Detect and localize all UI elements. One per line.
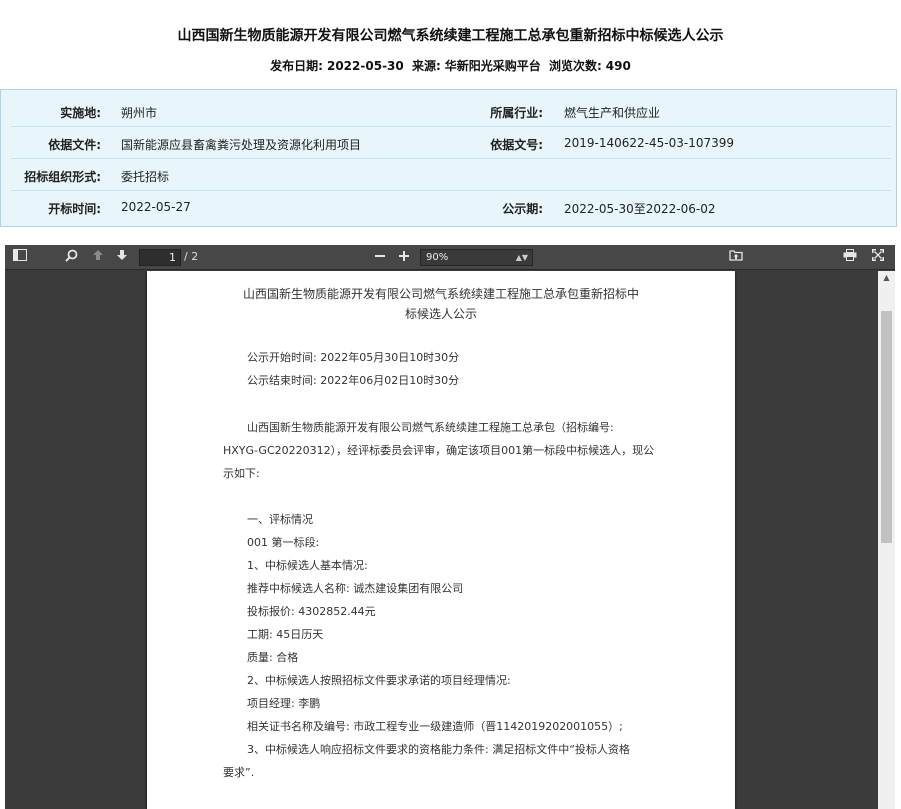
- info-row-location: 实施地: 朔州市 所属行业: 燃气生产和供应业: [11, 96, 891, 127]
- chevron-updown-icon: ▲▼: [515, 253, 528, 262]
- doc-line: 3、中标候选人响应招标文件要求的资格能力条件: 满足招标文件中“投标人资格: [247, 743, 630, 756]
- zoom-in-icon[interactable]: [395, 249, 413, 266]
- source-label: 来源:: [411, 59, 441, 73]
- next-page-icon[interactable]: [113, 249, 131, 266]
- pdf-toolbar: 1 / 2 90% ▲▼: [5, 245, 895, 270]
- page-total: / 2: [184, 250, 199, 263]
- scroll-thumb[interactable]: [881, 311, 892, 543]
- zoom-value: 90%: [426, 252, 449, 263]
- doc-line: 001 第一标段:: [247, 536, 320, 549]
- notice-meta: 发布日期: 2022-05-30 来源: 华新阳光采购平台 浏览次数: 490: [0, 57, 901, 74]
- open-time-value: 2022-05-27: [121, 200, 191, 214]
- views-count: 490: [605, 59, 631, 73]
- pdf-page: 山西国新生物质能源开发有限公司燃气系统续建工程施工总承包重新招标中 标候选人公示…: [147, 271, 735, 809]
- doc-line: 项目经理: 李鹏: [247, 697, 321, 710]
- info-row-org-form: 招标组织形式: 委托招标: [11, 160, 891, 191]
- pdf-scrollbar[interactable]: ▲: [878, 271, 895, 809]
- location-label: 实施地:: [60, 106, 101, 120]
- source: 华新阳光采购平台: [444, 59, 541, 73]
- doc-line: 公示结束时间: 2022年06月02日10时30分: [247, 374, 460, 387]
- notice-period-label: 公示期:: [502, 202, 543, 216]
- document-title-line1: 山西国新生物质能源开发有限公司燃气系统续建工程施工总承包重新招标中: [242, 287, 639, 301]
- doc-line: 质量: 合格: [247, 651, 299, 664]
- open-file-icon[interactable]: [727, 249, 745, 266]
- doc-line: 1、中标候选人基本情况:: [247, 559, 368, 572]
- search-icon[interactable]: [62, 249, 80, 266]
- pdf-viewer: 1 / 2 90% ▲▼ 山西国新生物质能源开发有限公司燃气系统续建工程施工总承…: [5, 245, 895, 809]
- document-title-line2: 标候选人公示: [404, 307, 477, 321]
- info-row-basis: 依据文件: 国新能源应县畜禽粪污处理及资源化利用项目 依据文号: 2019-14…: [11, 128, 891, 159]
- doc-line: 要求”.: [223, 766, 255, 779]
- notice-title: 山西国新生物质能源开发有限公司燃气系统续建工程施工总承包重新招标中标候选人公示: [177, 28, 724, 44]
- doc-line: 一、评标情况: [247, 513, 313, 526]
- doc-line: 2、中标候选人按照招标文件要求承诺的项目经理情况:: [247, 674, 511, 687]
- publish-date-label: 发布日期:: [270, 59, 323, 73]
- notice-header: 山西国新生物质能源开发有限公司燃气系统续建工程施工总承包重新招标中标候选人公示 …: [0, 0, 901, 88]
- presentation-mode-icon[interactable]: [869, 249, 887, 266]
- doc-line: 山西国新生物质能源开发有限公司燃气系统续建工程施工总承包（招标编号:: [247, 421, 614, 434]
- print-icon[interactable]: [841, 249, 859, 266]
- page-number-input[interactable]: 1: [139, 249, 181, 266]
- basis-no-value: 2019-140622-45-03-107399: [564, 136, 735, 150]
- location-value: 朔州市: [121, 106, 158, 120]
- zoom-out-icon[interactable]: [371, 249, 389, 266]
- industry-label: 所属行业:: [490, 106, 543, 120]
- org-form-value: 委托招标: [121, 170, 170, 184]
- basis-doc-value: 国新能源应县畜禽粪污处理及资源化利用项目: [121, 138, 362, 152]
- doc-line: HXYG-GC20220312），经评标委员会评审，确定该项目001第一标段中标…: [223, 444, 655, 457]
- doc-line: 相关证书名称及编号: 市政工程专业一级建造师（晋1142019202001055…: [247, 720, 623, 733]
- previous-page-icon[interactable]: [89, 249, 107, 266]
- sidebar-toggle-icon[interactable]: [11, 249, 29, 266]
- pdf-canvas[interactable]: 山西国新生物质能源开发有限公司燃气系统续建工程施工总承包重新招标中 标候选人公示…: [5, 271, 878, 809]
- doc-line: 投标报价: 4302852.44元: [247, 605, 376, 618]
- doc-line: 公示开始时间: 2022年05月30日10时30分: [247, 351, 460, 364]
- basis-doc-label: 依据文件:: [48, 138, 101, 152]
- notice-period-value: 2022-05-30至2022-06-02: [564, 202, 716, 216]
- org-form-label: 招标组织形式:: [24, 170, 101, 184]
- doc-line: 工期: 45日历天: [247, 628, 324, 641]
- info-row-dates: 开标时间: 2022-05-27 公示期: 2022-05-30至2022-06…: [11, 192, 891, 223]
- doc-line: 示如下:: [223, 467, 260, 480]
- doc-line: 推荐中标候选人名称: 诚杰建设集团有限公司: [247, 582, 464, 595]
- basis-no-label: 依据文号:: [490, 138, 543, 152]
- views-label: 浏览次数:: [548, 59, 602, 73]
- publish-date: 2022-05-30: [326, 59, 404, 73]
- info-table: 实施地: 朔州市 所属行业: 燃气生产和供应业 依据文件: 国新能源应县畜禽粪污…: [0, 89, 897, 227]
- open-time-label: 开标时间:: [48, 202, 101, 216]
- zoom-select[interactable]: 90% ▲▼: [420, 249, 533, 266]
- industry-value: 燃气生产和供应业: [564, 106, 661, 120]
- scroll-up-arrow-icon[interactable]: ▲: [878, 271, 895, 285]
